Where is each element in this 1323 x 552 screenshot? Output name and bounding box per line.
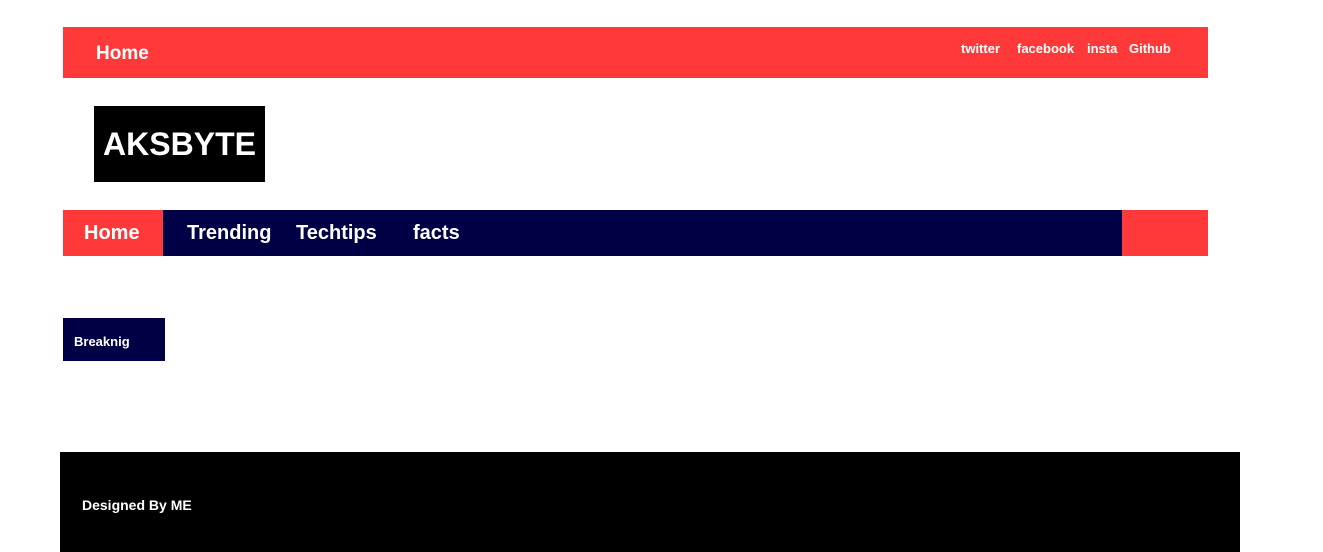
insta-link[interactable]: insta <box>1087 41 1117 56</box>
facebook-link[interactable]: facebook <box>1017 41 1074 56</box>
nav-right-accent <box>1122 210 1208 256</box>
github-link[interactable]: Github <box>1129 41 1171 56</box>
footer: Designed By ME <box>60 452 1240 552</box>
nav-item-facts[interactable]: facts <box>413 222 460 245</box>
nav-item-home[interactable]: Home <box>84 222 140 245</box>
nav-item-trending[interactable]: Trending <box>187 222 271 245</box>
header-home-link[interactable]: Home <box>96 43 149 65</box>
site-logo[interactable]: AKSBYTE <box>94 106 265 182</box>
twitter-link[interactable]: twitter <box>961 41 1000 56</box>
top-header-bar: Home twitter facebook insta Github <box>63 27 1208 78</box>
nav-item-techtips[interactable]: Techtips <box>296 222 377 245</box>
breaking-news-label: Breaknig <box>63 318 165 361</box>
main-nav-bar: Home Trending Techtips facts <box>63 210 1208 256</box>
footer-credit: Designed By ME <box>82 497 192 513</box>
